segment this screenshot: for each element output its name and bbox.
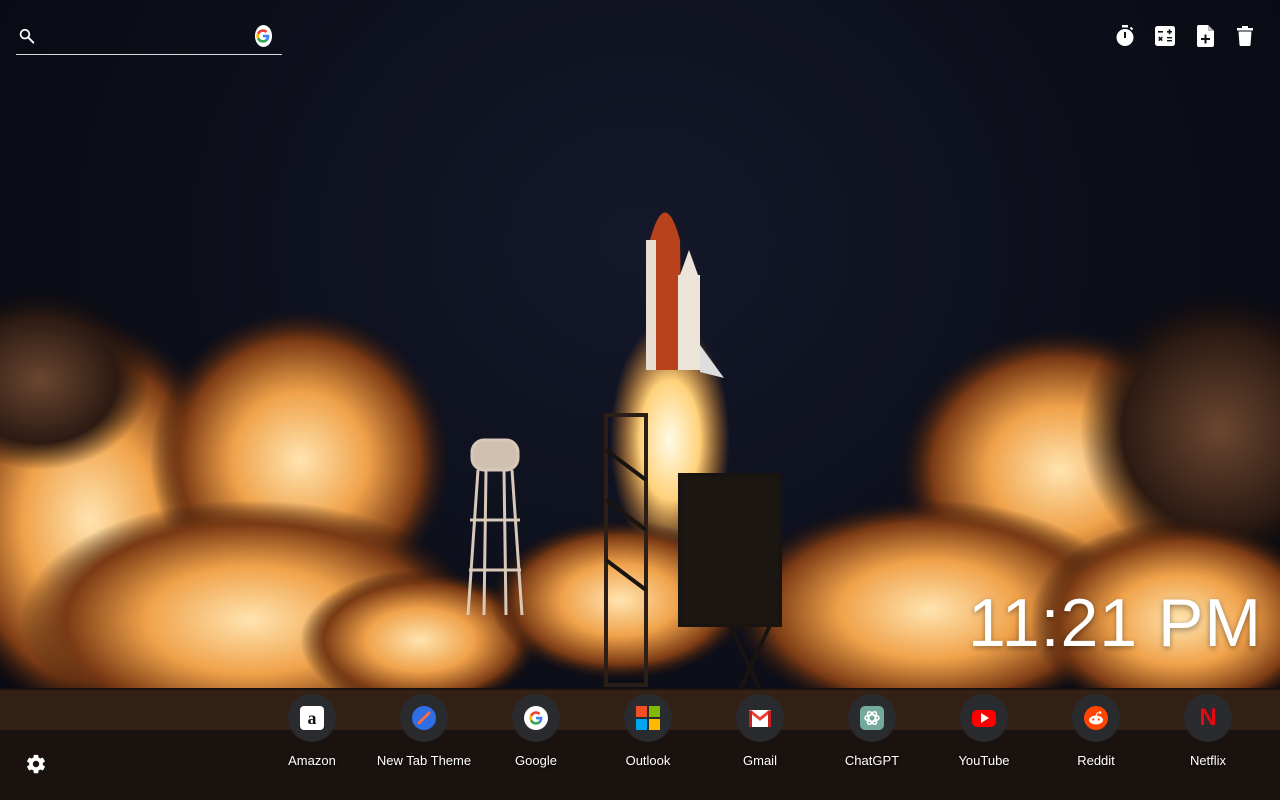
clock-time: 11:21 PM: [967, 585, 1262, 661]
trash-icon[interactable]: [1234, 24, 1256, 48]
shortcut-chatgpt[interactable]: ChatGPT: [816, 694, 928, 774]
shortcut-label: ChatGPT: [844, 753, 900, 768]
shortcut-youtube[interactable]: YouTube: [928, 694, 1040, 774]
shortcut-reddit[interactable]: Reddit: [1040, 694, 1152, 774]
shortcut-label: Reddit: [1077, 753, 1115, 768]
shortcut-circle: N: [1184, 694, 1232, 742]
google-icon[interactable]: [254, 25, 272, 47]
netflix-icon: N: [1199, 704, 1217, 731]
shortcut-circle: [624, 694, 672, 742]
shortcut-label: Gmail: [743, 753, 777, 768]
toolbar: [1114, 24, 1256, 48]
add-note-icon[interactable]: [1194, 24, 1216, 48]
shortcut-label: Amazon: [288, 753, 336, 768]
shortcut-label: Outlook: [625, 753, 671, 768]
youtube-icon: [972, 709, 996, 727]
shortcut-circle: a: [288, 694, 336, 742]
search-bar: [16, 18, 282, 55]
shortcut-gmail[interactable]: Gmail: [704, 694, 816, 774]
background-wallpaper: [0, 0, 1280, 800]
shortcuts-bar: a Amazon New Tab Theme Google Outlook Gm…: [256, 694, 1264, 774]
chatgpt-icon: [860, 706, 884, 730]
shortcut-label: Google: [515, 753, 557, 768]
calculator-icon[interactable]: [1154, 24, 1176, 48]
shortcut-google[interactable]: Google: [480, 694, 592, 774]
shortcut-circle: [1072, 694, 1120, 742]
shortcut-amazon[interactable]: a Amazon: [256, 694, 368, 774]
reddit-icon: [1084, 706, 1108, 730]
shortcut-label: New Tab Theme: [376, 753, 472, 768]
shortcut-netflix[interactable]: N Netflix: [1152, 694, 1264, 774]
timer-icon[interactable]: [1114, 24, 1136, 48]
shortcut-circle: [848, 694, 896, 742]
shortcut-outlook[interactable]: Outlook: [592, 694, 704, 774]
gear-icon[interactable]: [25, 753, 47, 775]
google-icon: [524, 706, 548, 730]
shortcut-circle: [400, 694, 448, 742]
shortcut-circle: [736, 694, 784, 742]
shortcut-circle: [960, 694, 1008, 742]
shortcut-label: YouTube: [958, 753, 1010, 768]
shortcut-label: Netflix: [1189, 753, 1227, 768]
gmail-icon: [748, 706, 772, 730]
amazon-icon: a: [300, 706, 324, 730]
new-tab-theme-icon: [412, 706, 436, 730]
search-icon[interactable]: [18, 25, 36, 47]
shortcut-circle: [512, 694, 560, 742]
shortcut-new-tab-theme[interactable]: New Tab Theme: [368, 694, 480, 774]
outlook-icon: [636, 706, 660, 730]
search-input[interactable]: [43, 20, 247, 52]
